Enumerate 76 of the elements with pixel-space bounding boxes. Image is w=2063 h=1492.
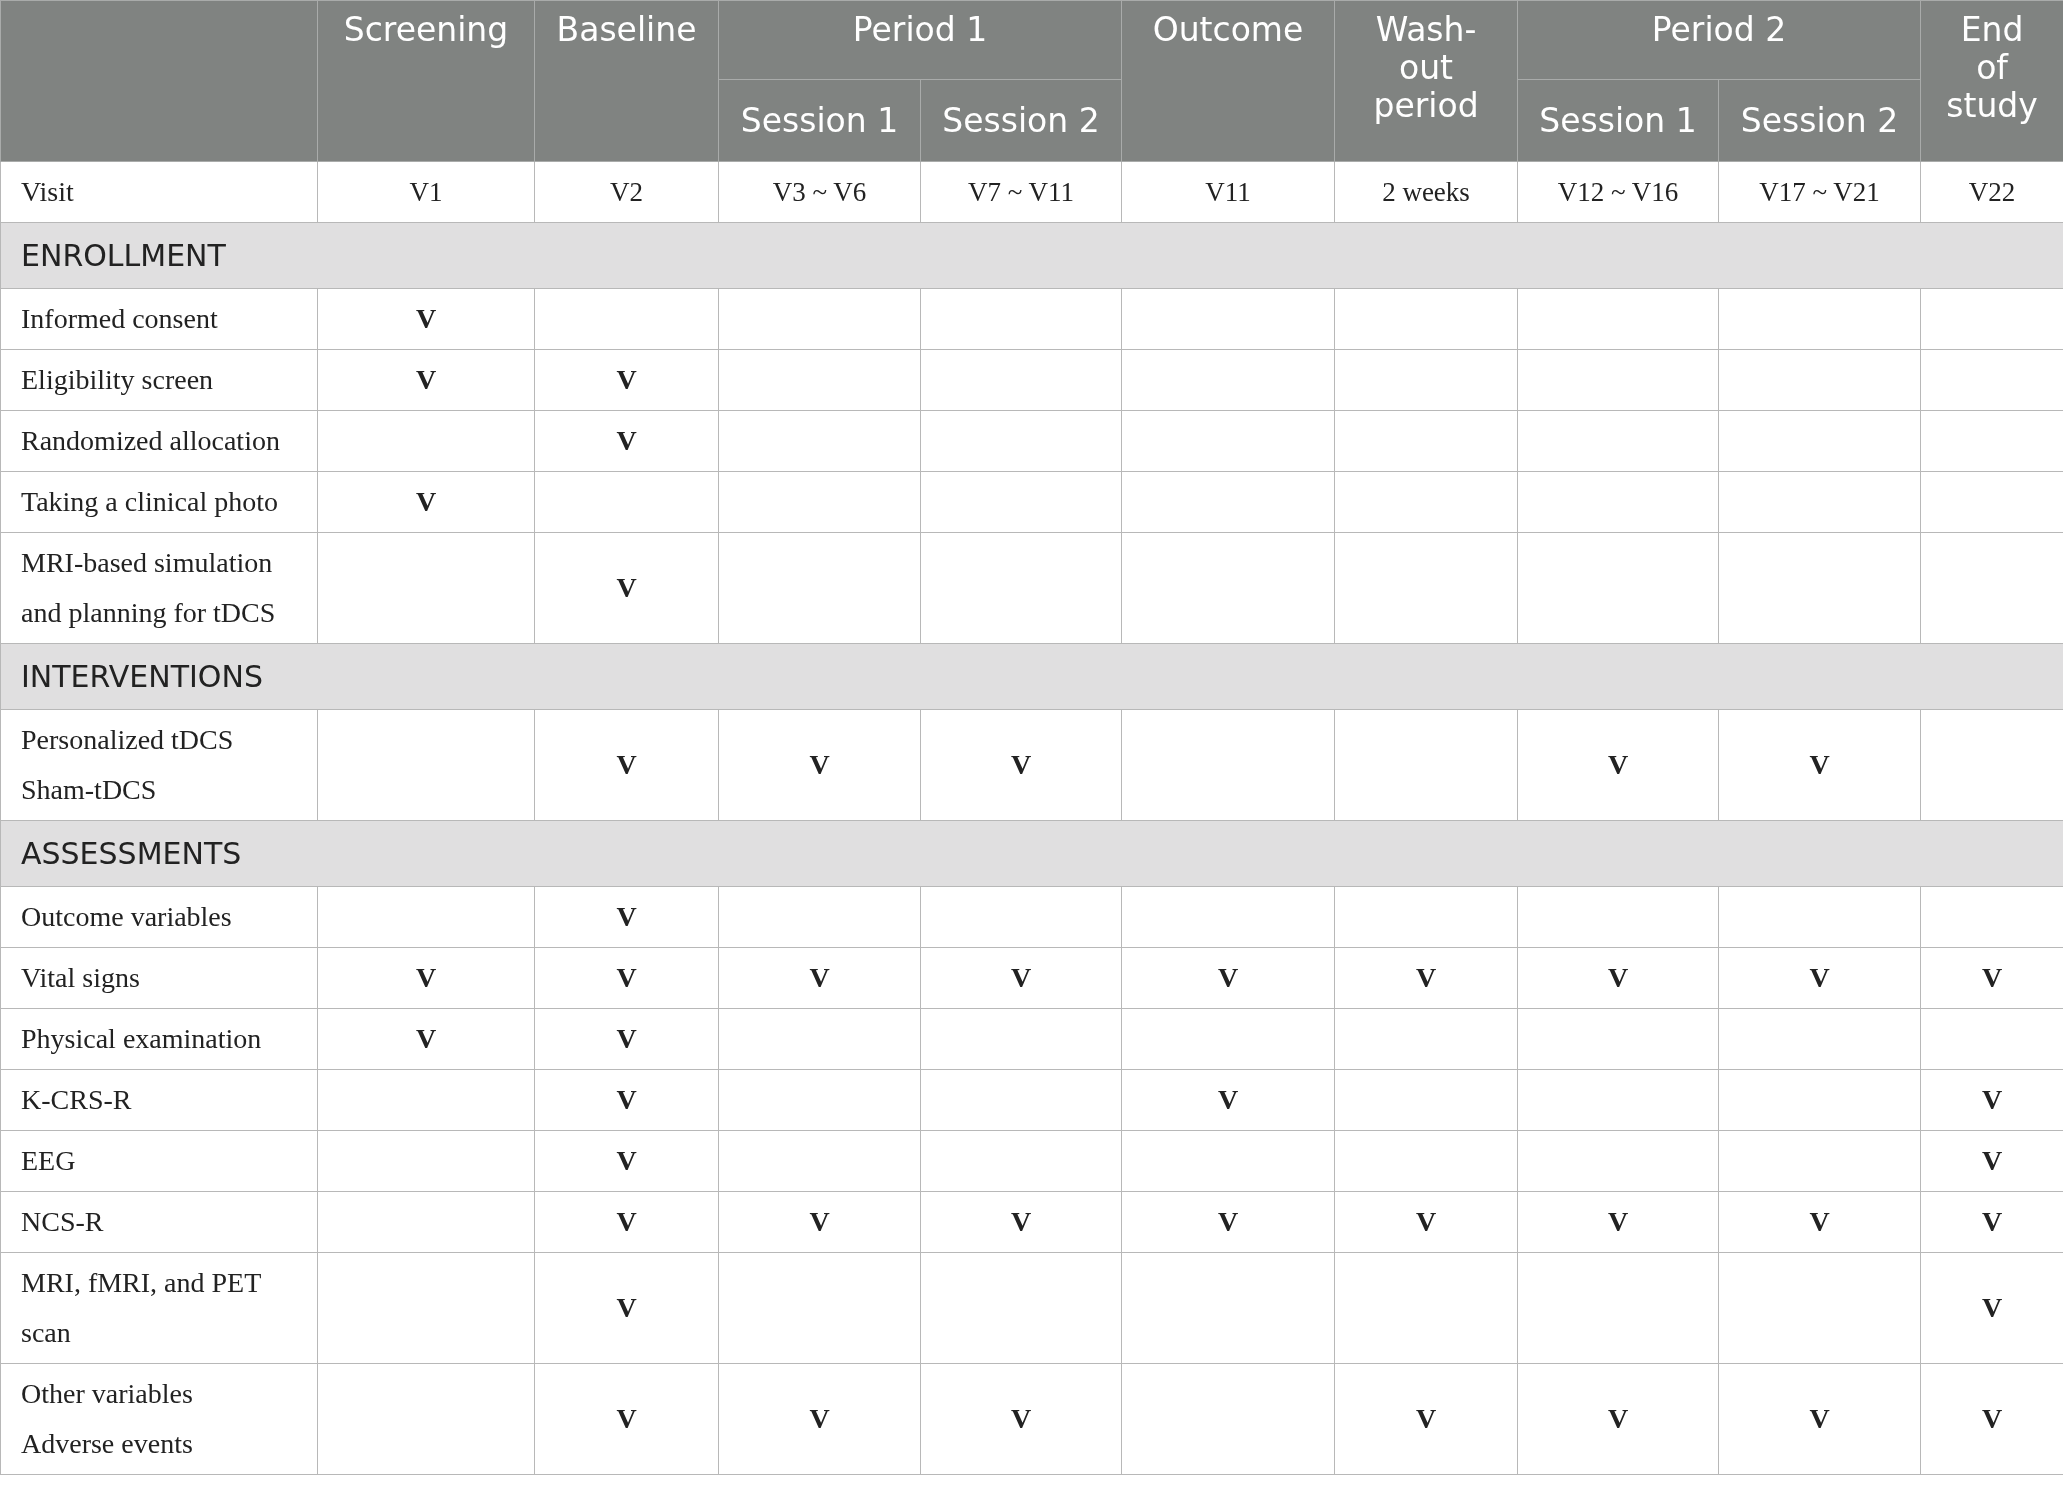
table-cell: 2 weeks [1334, 161, 1518, 223]
header-cell: Session 1 [1517, 79, 1719, 162]
row-label: Physical examination [0, 1008, 318, 1070]
table-cell: V [317, 471, 535, 533]
row-label: MRI, fMRI, and PET scan [0, 1252, 318, 1364]
table-cell: V [718, 1191, 921, 1253]
row-label: Eligibility screen [0, 349, 318, 411]
table-cell: V [1334, 947, 1518, 1009]
row-label: Taking a clinical photo [0, 471, 318, 533]
table-cell: V [1718, 1191, 1921, 1253]
table-cell: V [534, 709, 719, 821]
header-cell: Session 2 [1718, 79, 1921, 162]
table-cell: V17 ~ V21 [1718, 161, 1921, 223]
header-cell: Session 2 [920, 79, 1122, 162]
table-cell: V [1334, 1191, 1518, 1253]
row-label: Outcome variables [0, 886, 318, 948]
table-cell: V [1718, 947, 1921, 1009]
table-cell: V3 ~ V6 [718, 161, 921, 223]
table-cell: V [718, 947, 921, 1009]
section-header: ASSESSMENTS [0, 820, 2063, 887]
table-cell: V [1718, 1363, 1921, 1475]
table-cell: V [534, 1363, 719, 1475]
table-cell: V [1121, 1191, 1335, 1253]
table-cell: V7 ~ V11 [920, 161, 1122, 223]
table-cell: V [1517, 709, 1719, 821]
header-cell: Period 1 [718, 0, 1122, 80]
table-cell: V [534, 349, 719, 411]
row-label: Vital signs [0, 947, 318, 1009]
header-cell: Screening [317, 0, 535, 162]
row-label: NCS-R [0, 1191, 318, 1253]
section-header: INTERVENTIONS [0, 643, 2063, 710]
table-cell: V [534, 532, 719, 644]
table-cell: V11 [1121, 161, 1335, 223]
table-cell: V [718, 1363, 921, 1475]
row-label: Personalized tDCS Sham-tDCS [0, 709, 318, 821]
table-cell: V [1718, 709, 1921, 821]
header-cell: End of study [1920, 0, 2063, 162]
table-cell: V [1517, 1363, 1719, 1475]
header-cell: Period 2 [1517, 0, 1921, 80]
table-cell: V [920, 709, 1122, 821]
row-label: K-CRS-R [0, 1069, 318, 1131]
table-cell: V [534, 886, 719, 948]
table-cell: V [1517, 947, 1719, 1009]
header-cell: Outcome [1121, 0, 1335, 162]
row-label: EEG [0, 1130, 318, 1192]
table-cell: V [534, 1130, 719, 1192]
header-cell: Session 1 [718, 79, 921, 162]
table-cell: V [534, 1008, 719, 1070]
header-cell: Baseline [534, 0, 719, 162]
table-cell: V [317, 1008, 535, 1070]
table-cell: V [534, 1252, 719, 1364]
table-cell: V [920, 947, 1122, 1009]
table-cell: V [317, 947, 535, 1009]
row-label: Visit [0, 161, 318, 223]
header-cell: Wash- out period [1334, 0, 1518, 162]
table-cell: V2 [534, 161, 719, 223]
table-cell: V [1334, 1363, 1518, 1475]
table-cell: V [920, 1191, 1122, 1253]
row-label: Randomized allocation [0, 410, 318, 472]
section-header: ENROLLMENT [0, 222, 2063, 289]
table-cell: V12 ~ V16 [1517, 161, 1719, 223]
table-cell: V [1121, 1069, 1335, 1131]
row-label: Other variables Adverse events [0, 1363, 318, 1475]
row-label: Informed consent [0, 288, 318, 350]
table-cell: V [1517, 1191, 1719, 1253]
table-cell: V [534, 410, 719, 472]
table-cell: V [1121, 947, 1335, 1009]
row-label: MRI-based simulation and planning for tDCS [0, 532, 318, 644]
table-cell: V1 [317, 161, 535, 223]
table-cell: V [718, 709, 921, 821]
table-cell: V [317, 288, 535, 350]
table-cell: V [534, 947, 719, 1009]
table-cell: V [534, 1069, 719, 1131]
table-cell: V [920, 1363, 1122, 1475]
table-cell: V [534, 1191, 719, 1253]
table-cell: V [317, 349, 535, 411]
